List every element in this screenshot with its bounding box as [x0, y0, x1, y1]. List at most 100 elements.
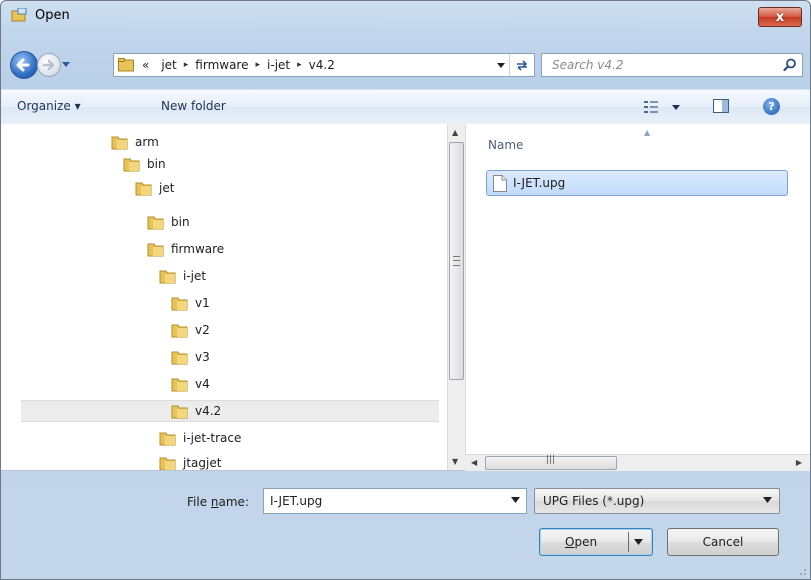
scroll-thumb[interactable]: [449, 142, 464, 380]
open-button[interactable]: Open: [539, 528, 653, 556]
tree-item-label: v1: [195, 296, 210, 310]
split-divider: [628, 532, 629, 552]
open-label-rest: pen: [574, 535, 598, 549]
tree-item-label: bin: [171, 215, 190, 229]
scroll-up-arrow-icon[interactable]: ▲: [452, 128, 458, 137]
tree-item-label: bin: [147, 157, 166, 171]
cancel-button-label: Cancel: [702, 535, 744, 549]
chevron-down-icon: [763, 497, 772, 503]
breadcrumb-separator-icon[interactable]: ▸: [256, 60, 261, 70]
address-bar[interactable]: « jet ▸ firmware ▸ i-jet ▸ v4.2: [113, 53, 535, 77]
tree-item-label: i-jet: [183, 269, 207, 283]
breadcrumb-overflow[interactable]: «: [142, 58, 149, 72]
file-item-selected[interactable]: I-JET.upg: [486, 170, 788, 196]
refresh-icon: [517, 60, 528, 71]
open-options-chevron-down-icon[interactable]: [634, 539, 643, 546]
breadcrumb: « jet ▸ firmware ▸ i-jet ▸ v4.2: [142, 58, 335, 72]
scroll-thumb[interactable]: |||: [485, 455, 617, 470]
browser-panes: arm bin jet bin firmware i-jet v1 v2 v3 …: [1, 124, 810, 471]
tree-item-label: jtagjet: [183, 456, 222, 470]
tree-vertical-scrollbar[interactable]: ▲ ▼: [447, 124, 465, 470]
folder-icon: [171, 324, 188, 337]
preview-pane-icon[interactable]: [713, 99, 729, 113]
file-name-label-part: File: [187, 495, 211, 509]
breadcrumb-item-jet[interactable]: jet: [161, 58, 176, 72]
folder-icon: [171, 351, 188, 364]
search-box[interactable]: Search v4.2: [541, 53, 803, 77]
folder-icon: [159, 457, 176, 470]
address-history-chevron-down-icon[interactable]: [496, 60, 506, 70]
navigation-tree[interactable]: arm bin jet bin firmware i-jet v1 v2 v3 …: [21, 124, 439, 470]
folder-icon: [147, 216, 164, 229]
folder-icon: [111, 136, 128, 149]
tree-item-label: v2: [195, 323, 210, 337]
search-input[interactable]: Search v4.2: [552, 58, 624, 72]
file-name-input[interactable]: I-JET.upg: [270, 494, 322, 508]
open-dialog: Open x « jet ▸ firmware ▸ i-jet ▸ v4.2 S…: [0, 0, 811, 580]
folder-icon: [135, 182, 152, 195]
file-type-value: UPG Files (*.upg): [543, 494, 645, 508]
tree-item-label: arm: [135, 135, 159, 149]
file-list-horizontal-scrollbar[interactable]: ◀ ||| ▶: [465, 454, 810, 471]
close-button[interactable]: x: [758, 7, 802, 27]
tree-item[interactable]: jtagjet: [21, 452, 439, 470]
folder-icon: [159, 432, 176, 445]
title-bar[interactable]: Open x: [1, 1, 810, 31]
folder-icon: [147, 243, 164, 256]
tree-item[interactable]: i-jet-trace: [21, 427, 439, 449]
new-folder-button[interactable]: New folder: [161, 99, 226, 113]
open-button-label: Open: [565, 535, 597, 549]
window-title: Open: [35, 8, 70, 23]
tree-item-label: v4: [195, 377, 210, 391]
sort-ascending-icon: ▲: [644, 128, 651, 137]
breadcrumb-item-v4-2[interactable]: v4.2: [309, 58, 335, 72]
tree-item-label: i-jet-trace: [183, 431, 242, 445]
file-name-label-accelerator: n: [210, 495, 219, 509]
resize-grip-icon[interactable]: [797, 566, 807, 576]
file-list-pane[interactable]: ▲ Name I-JET.upg: [465, 124, 810, 470]
forward-button[interactable]: [37, 53, 61, 77]
file-name-combobox[interactable]: I-JET.upg: [263, 488, 527, 514]
back-button[interactable]: [10, 51, 38, 79]
folder-icon: [118, 58, 134, 72]
tree-item[interactable]: v3: [21, 346, 439, 368]
column-header-name[interactable]: Name: [488, 138, 523, 152]
tree-item[interactable]: i-jet: [21, 265, 439, 287]
organize-menu-button[interactable]: Organize ▾: [17, 99, 81, 113]
file-name-label-part: ame:: [218, 495, 249, 509]
tree-item[interactable]: firmware: [21, 238, 439, 260]
folder-icon: [171, 405, 188, 418]
chevron-down-icon[interactable]: [511, 497, 520, 504]
scroll-down-arrow-icon[interactable]: ▼: [452, 457, 458, 466]
breadcrumb-item-i-jet[interactable]: i-jet: [267, 58, 290, 72]
breadcrumb-item-firmware[interactable]: firmware: [195, 58, 248, 72]
tree-item-label: v3: [195, 350, 210, 364]
search-icon[interactable]: [783, 58, 797, 72]
view-options-icon[interactable]: [642, 98, 686, 116]
folder-icon: [171, 378, 188, 391]
tree-item[interactable]: bin: [21, 153, 439, 175]
file-name-field-label: File name:: [187, 495, 249, 509]
scroll-left-arrow-icon[interactable]: ◀: [471, 458, 477, 467]
tree-item[interactable]: bin: [21, 211, 439, 233]
back-arrow-icon: [16, 58, 30, 72]
refresh-button[interactable]: [509, 54, 534, 76]
tree-item[interactable]: v4: [21, 373, 439, 395]
recent-pages-chevron-down-icon[interactable]: [61, 59, 71, 69]
folder-icon: [123, 158, 140, 171]
tree-item[interactable]: v1: [21, 292, 439, 314]
scroll-right-arrow-icon[interactable]: ▶: [796, 458, 802, 467]
cancel-button[interactable]: Cancel: [667, 528, 779, 556]
scroll-grip-icon: |||: [546, 455, 556, 465]
tree-item-selected[interactable]: v4.2: [21, 400, 439, 422]
tree-item[interactable]: jet: [21, 177, 439, 199]
tree-item-label: jet: [159, 181, 175, 195]
help-icon[interactable]: ?: [763, 98, 780, 115]
tree-item[interactable]: v2: [21, 319, 439, 341]
breadcrumb-separator-icon[interactable]: ▸: [297, 60, 302, 70]
document-icon: [493, 174, 507, 192]
command-toolbar: Organize ▾ New folder ?: [1, 89, 810, 125]
file-type-select[interactable]: UPG Files (*.upg): [534, 488, 780, 514]
breadcrumb-separator-icon[interactable]: ▸: [184, 60, 189, 70]
tree-item[interactable]: arm: [21, 131, 439, 153]
